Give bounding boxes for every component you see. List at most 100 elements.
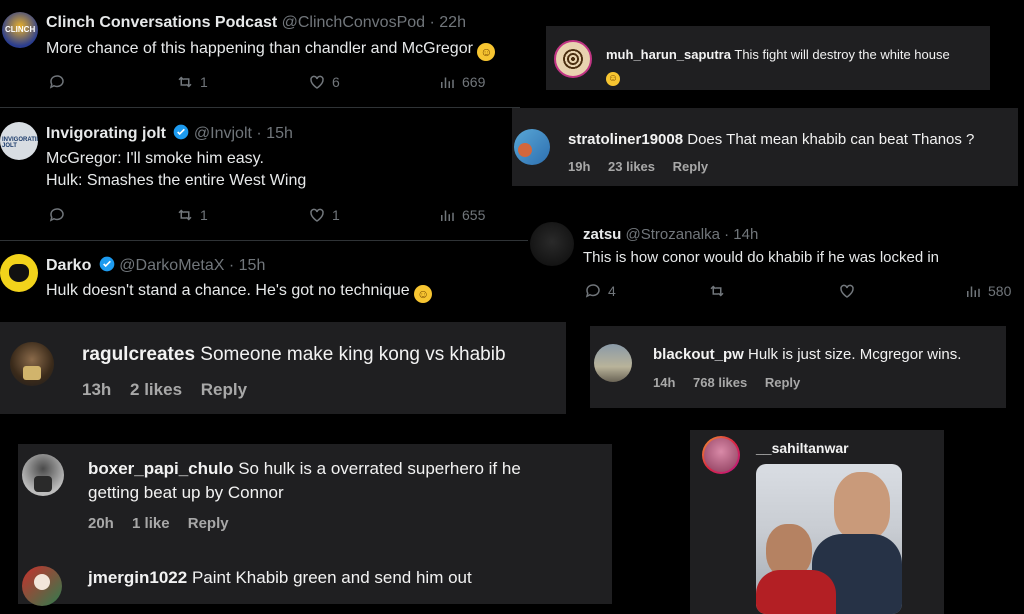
- tweet-text-line-1: McGregor: I'll smoke him easy.: [46, 150, 264, 167]
- comment-muh-harun-saputra[interactable]: muh_harun_saputra This fight will destro…: [546, 26, 990, 90]
- tweet-author-name[interactable]: Invigorating jolt: [46, 125, 166, 142]
- like-button[interactable]: 6: [308, 73, 340, 91]
- comment-time: 14h: [653, 375, 676, 390]
- comment-ragulcreates[interactable]: ragulcreates Someone make king kong vs k…: [0, 322, 566, 414]
- reply-button[interactable]: [48, 206, 66, 224]
- comment-username[interactable]: jmergin1022: [88, 568, 187, 587]
- story-image[interactable]: [756, 464, 902, 614]
- comment-text: Hulk is just size. Mcgregor wins.: [748, 346, 962, 363]
- comment-time: 19h: [568, 159, 591, 174]
- tweet-text: More chance of this happening than chand…: [46, 40, 473, 57]
- views-icon: [441, 210, 454, 221]
- reply-icon: [49, 75, 64, 89]
- comment-likes[interactable]: 1 like: [132, 515, 170, 532]
- heart-icon: [840, 284, 854, 298]
- divider: [0, 107, 520, 108]
- tweet-darko[interactable]: Darko @DarkoMetaX · 15h Hulk doesn't sta…: [0, 242, 530, 320]
- heart-icon: [310, 75, 324, 89]
- like-count: 6: [332, 74, 340, 90]
- tweet-text: This is how conor would do khabib if he …: [583, 249, 940, 266]
- avatar[interactable]: [22, 454, 64, 496]
- comment-panel: boxer_papi_chulo So hulk is a overrated …: [18, 444, 612, 606]
- retweet-icon: [178, 76, 192, 88]
- tweet-zatsu[interactable]: zatsu @Strozanalka · 14h This is how con…: [528, 216, 1024, 308]
- reply-link[interactable]: Reply: [765, 375, 800, 390]
- avatar[interactable]: [554, 40, 592, 78]
- avatar[interactable]: [0, 254, 38, 292]
- tweet-invigorating-jolt[interactable]: INVIGORATING JOLT Invigorating jolt @Inv…: [0, 110, 512, 238]
- man-right-figure: [834, 472, 890, 540]
- avatar[interactable]: [530, 222, 574, 266]
- tweet-handle[interactable]: @Invjolt · 15h: [194, 125, 293, 142]
- man-left-body: [756, 570, 836, 614]
- comment-username[interactable]: stratoliner19008: [568, 131, 683, 148]
- tweet-author-name[interactable]: Clinch Conversations Podcast: [46, 14, 277, 31]
- avatar[interactable]: [22, 566, 62, 606]
- views-icon: [441, 77, 454, 88]
- like-button[interactable]: [838, 282, 856, 300]
- retweet-icon: [178, 209, 192, 221]
- heart-icon: [310, 208, 324, 222]
- reply-icon: [585, 284, 600, 298]
- reply-button[interactable]: 4: [584, 282, 616, 300]
- comment-text: Paint Khabib green and send him out: [191, 568, 472, 587]
- reply-icon: [49, 208, 64, 222]
- divider: [0, 240, 530, 241]
- like-button[interactable]: 1: [308, 206, 340, 224]
- laughing-emoji-icon: ☺: [606, 72, 620, 86]
- retweet-count: 1: [200, 74, 208, 90]
- comment-username[interactable]: blackout_pw: [653, 346, 744, 363]
- comment-likes[interactable]: 768 likes: [693, 375, 747, 390]
- view-count: 580: [988, 283, 1012, 299]
- comment-text: Someone make king kong vs khabib: [200, 344, 506, 365]
- tweet-clinch[interactable]: CLINCH Clinch Conversations Podcast @Cli…: [0, 0, 540, 106]
- views-button[interactable]: 655: [438, 206, 485, 224]
- comment-text-line-1: So hulk is a overrated superhero if he: [238, 459, 521, 478]
- tweet-author-name[interactable]: zatsu: [583, 226, 621, 243]
- comment-username[interactable]: ragulcreates: [82, 344, 195, 365]
- tweet-author-name[interactable]: Darko: [46, 257, 91, 274]
- avatar[interactable]: CLINCH: [2, 12, 38, 48]
- comment-likes[interactable]: 2 likes: [130, 380, 182, 399]
- view-count: 655: [462, 207, 486, 223]
- views-button[interactable]: 669: [438, 73, 485, 91]
- like-count: 1: [332, 207, 340, 223]
- verified-badge-icon: [174, 124, 189, 140]
- comment-likes[interactable]: 23 likes: [608, 159, 655, 174]
- comment-blackout-pw[interactable]: blackout_pw Hulk is just size. Mcgregor …: [590, 326, 1006, 408]
- tweet-handle[interactable]: @DarkoMetaX · 15h: [119, 257, 265, 274]
- retweet-count: 1: [200, 207, 208, 223]
- avatar[interactable]: INVIGORATING JOLT: [0, 122, 38, 160]
- tweet-handle[interactable]: @ClinchConvosPod · 22h: [282, 14, 466, 31]
- rofl-emoji-icon: ☺: [477, 43, 496, 61]
- story-username[interactable]: __sahiltanwar: [756, 440, 849, 456]
- tweet-text: Hulk doesn't stand a chance. He's got no…: [46, 282, 410, 299]
- reply-link[interactable]: Reply: [201, 380, 247, 399]
- reply-button[interactable]: [48, 73, 66, 91]
- views-icon: [967, 286, 980, 297]
- avatar[interactable]: [514, 129, 550, 165]
- reply-link[interactable]: Reply: [673, 159, 708, 174]
- comment-username[interactable]: muh_harun_saputra: [606, 47, 731, 62]
- views-button[interactable]: 580: [964, 282, 1011, 300]
- story-card-sahiltanwar[interactable]: __sahiltanwar: [690, 430, 944, 614]
- comment-text: This fight will destroy the white house: [734, 47, 950, 62]
- verified-badge-icon: [99, 256, 115, 272]
- avatar[interactable]: [702, 436, 740, 474]
- retweet-icon: [710, 285, 724, 297]
- comment-time: 20h: [88, 515, 114, 532]
- reply-link[interactable]: Reply: [188, 515, 229, 532]
- tweet-text-line-2: Hulk: Smashes the entire West Wing: [46, 172, 307, 189]
- view-count: 669: [462, 74, 486, 90]
- retweet-button[interactable]: 1: [176, 206, 208, 224]
- avatar[interactable]: [10, 342, 54, 386]
- retweet-button[interactable]: [708, 282, 726, 300]
- comment-text-line-2: getting beat up by Connor: [88, 483, 284, 502]
- tweet-handle[interactable]: @Strozanalka · 14h: [626, 226, 759, 243]
- comment-time: 13h: [82, 380, 112, 399]
- avatar[interactable]: [594, 344, 632, 382]
- retweet-button[interactable]: 1: [176, 73, 208, 91]
- comment-username[interactable]: boxer_papi_chulo: [88, 459, 233, 478]
- reply-count: 4: [608, 283, 616, 299]
- comment-stratoliner19008[interactable]: stratoliner19008 Does That mean khabib c…: [512, 108, 1018, 186]
